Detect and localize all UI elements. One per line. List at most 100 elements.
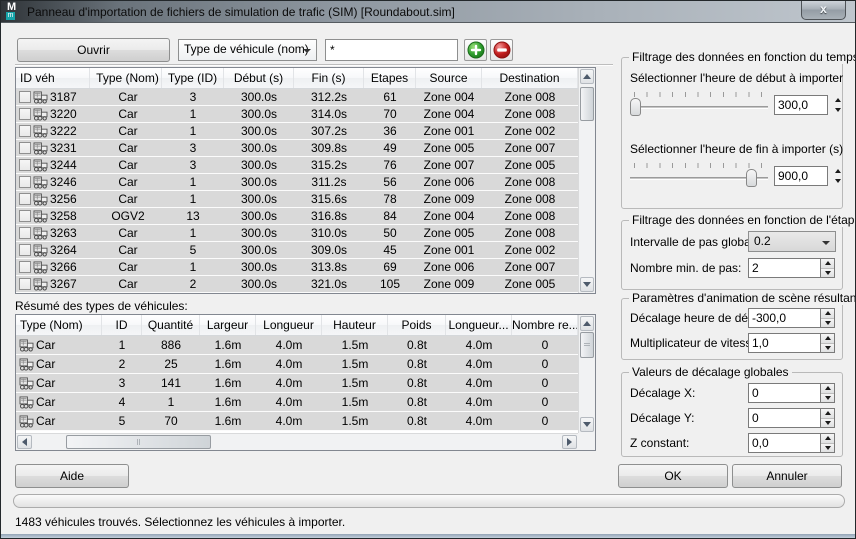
row-checkbox[interactable] xyxy=(19,91,31,103)
scroll-left-icon[interactable] xyxy=(17,435,32,449)
table-row[interactable]: 3264 Car 5 300.0s 309.0s 45 Zone 001 Zon… xyxy=(16,242,595,259)
spin-down-icon[interactable] xyxy=(821,418,834,427)
scroll-up-icon[interactable] xyxy=(580,69,594,84)
column-header-type-name[interactable]: Type (Nom) xyxy=(90,68,162,88)
vehicle-table-scrollbar[interactable] xyxy=(578,68,595,293)
row-checkbox[interactable] xyxy=(19,244,31,256)
column-header-qty[interactable]: Quantité xyxy=(142,315,200,335)
scrollbar-thumb[interactable] xyxy=(580,87,594,121)
spin-down-icon[interactable] xyxy=(821,343,834,352)
interval-select[interactable]: 0.2 xyxy=(748,231,836,252)
summary-vscrollbar[interactable] xyxy=(578,315,595,433)
spin-up-icon[interactable] xyxy=(821,434,834,444)
min-steps-input[interactable] xyxy=(748,258,820,278)
row-checkbox[interactable] xyxy=(19,108,31,120)
spin-down-icon[interactable] xyxy=(821,318,834,327)
close-button[interactable]: x xyxy=(801,1,846,20)
table-row[interactable]: 3244 Car 3 300.0s 315.2s 76 Zone 007 Zon… xyxy=(16,157,595,174)
spin-up-icon[interactable] xyxy=(830,166,845,176)
start-time-slider[interactable] xyxy=(630,91,768,117)
list-item[interactable]: Car 1 886 1.6m 4.0m 1.5m 0.8t 4.0m 0 xyxy=(16,336,595,355)
table-row[interactable]: 3220 Car 1 300.0s 314.0s 70 Zone 004 Zon… xyxy=(16,106,595,123)
spin-down-icon[interactable] xyxy=(821,393,834,402)
table-row[interactable]: 3256 Car 1 300.0s 315.6s 78 Zone 009 Zon… xyxy=(16,191,595,208)
column-header-start[interactable]: Début (s) xyxy=(224,68,294,88)
spin-up-icon[interactable] xyxy=(821,309,834,319)
list-item[interactable]: Car 2 25 1.6m 4.0m 1.5m 0.8t 4.0m 0 xyxy=(16,355,595,374)
row-checkbox[interactable] xyxy=(19,278,31,290)
column-header-source[interactable]: Source xyxy=(416,68,482,88)
column-header-count[interactable]: Nombre re... xyxy=(512,315,578,335)
start-time-input[interactable] xyxy=(774,95,828,115)
row-checkbox[interactable] xyxy=(19,142,31,154)
row-checkbox[interactable] xyxy=(19,159,31,171)
column-header-weight[interactable]: Poids xyxy=(388,315,446,335)
column-header-destination[interactable]: Destination xyxy=(482,68,578,88)
table-row[interactable]: 3187 Car 3 300.0s 312.2s 61 Zone 004 Zon… xyxy=(16,89,595,106)
filter-pattern-input[interactable] xyxy=(325,39,458,61)
slider-track[interactable] xyxy=(630,106,768,109)
z-constant-input[interactable] xyxy=(748,433,820,453)
end-time-input[interactable] xyxy=(774,166,828,186)
scroll-down-icon[interactable] xyxy=(580,417,594,432)
row-checkbox[interactable] xyxy=(19,210,31,222)
table-row[interactable]: 3266 Car 1 300.0s 313.8s 69 Zone 006 Zon… xyxy=(16,259,595,276)
summary-hscrollbar[interactable] xyxy=(16,433,578,450)
spin-up-icon[interactable] xyxy=(821,409,834,419)
column-header-length[interactable]: Longueur xyxy=(256,315,322,335)
summary-weight-cell: 0.8t xyxy=(406,376,427,390)
column-header-type[interactable]: Type (Nom) xyxy=(16,315,102,335)
filter-type-select[interactable]: Type de véhicule (nom) xyxy=(178,39,317,61)
table-row[interactable]: 3231 Car 3 300.0s 309.8s 49 Zone 005 Zon… xyxy=(16,140,595,157)
add-filter-button[interactable] xyxy=(464,39,487,61)
spin-down-icon[interactable] xyxy=(830,176,845,186)
table-row[interactable]: 3267 Car 2 300.0s 321.0s 105 Zone 009 Zo… xyxy=(16,276,595,293)
minus-icon xyxy=(493,41,510,59)
scroll-down-icon[interactable] xyxy=(580,277,594,292)
table-row[interactable]: 3222 Car 1 300.0s 307.2s 36 Zone 001 Zon… xyxy=(16,123,595,140)
list-item[interactable]: Car 5 70 1.6m 4.0m 1.5m 0.8t 4.0m 0 xyxy=(16,412,595,431)
column-header-steps[interactable]: Etapes xyxy=(364,68,416,88)
scroll-right-icon[interactable] xyxy=(562,435,577,449)
table-row[interactable]: 3246 Car 1 300.0s 311.2s 56 Zone 006 Zon… xyxy=(16,174,595,191)
start-offset-input[interactable] xyxy=(748,308,820,328)
table-row[interactable]: 3263 Car 1 300.0s 310.0s 50 Zone 005 Zon… xyxy=(16,225,595,242)
speed-multiplier-input[interactable] xyxy=(748,333,820,353)
column-header-type-id[interactable]: Type (ID) xyxy=(162,68,224,88)
spin-up-icon[interactable] xyxy=(821,384,834,394)
spin-up-icon[interactable] xyxy=(830,95,845,105)
steps-cell: 49 xyxy=(383,141,397,155)
spin-down-icon[interactable] xyxy=(821,443,834,452)
scrollbar-thumb[interactable] xyxy=(580,332,594,358)
column-header-id[interactable]: ID véh xyxy=(16,68,90,88)
row-checkbox[interactable] xyxy=(19,176,31,188)
scroll-up-icon[interactable] xyxy=(580,316,594,331)
row-checkbox[interactable] xyxy=(19,261,31,273)
row-checkbox[interactable] xyxy=(19,227,31,239)
column-header-end[interactable]: Fin (s) xyxy=(294,68,364,88)
offset-y-input[interactable] xyxy=(748,408,820,428)
slider-thumb[interactable] xyxy=(630,98,641,116)
spin-up-icon[interactable] xyxy=(821,334,834,344)
cancel-button[interactable]: Annuler xyxy=(732,464,842,488)
row-checkbox[interactable] xyxy=(19,125,31,137)
spin-down-icon[interactable] xyxy=(830,105,845,115)
end-time-slider[interactable] xyxy=(630,162,768,188)
scrollbar-thumb[interactable] xyxy=(66,435,211,449)
list-item[interactable]: Car 3 141 1.6m 4.0m 1.5m 0.8t 4.0m 0 xyxy=(16,374,595,393)
table-row[interactable]: 3258 OGV2 13 300.0s 316.8s 84 Zone 004 Z… xyxy=(16,208,595,225)
row-checkbox[interactable] xyxy=(19,193,31,205)
column-header-height[interactable]: Hauteur xyxy=(322,315,388,335)
help-button[interactable]: Aide xyxy=(15,464,129,488)
spin-up-icon[interactable] xyxy=(821,259,834,269)
list-item[interactable]: Car 4 1 1.6m 4.0m 1.5m 0.8t 4.0m 0 xyxy=(16,393,595,412)
column-header-length2[interactable]: Longueur... xyxy=(446,315,512,335)
slider-thumb[interactable] xyxy=(746,169,757,187)
offset-x-input[interactable] xyxy=(748,383,820,403)
column-header-id[interactable]: ID xyxy=(102,315,142,335)
column-header-width[interactable]: Largeur xyxy=(200,315,256,335)
remove-filter-button[interactable] xyxy=(490,39,513,61)
spin-down-icon[interactable] xyxy=(821,268,834,277)
open-button[interactable]: Ouvrir xyxy=(17,38,170,62)
ok-button[interactable]: OK xyxy=(618,464,728,488)
